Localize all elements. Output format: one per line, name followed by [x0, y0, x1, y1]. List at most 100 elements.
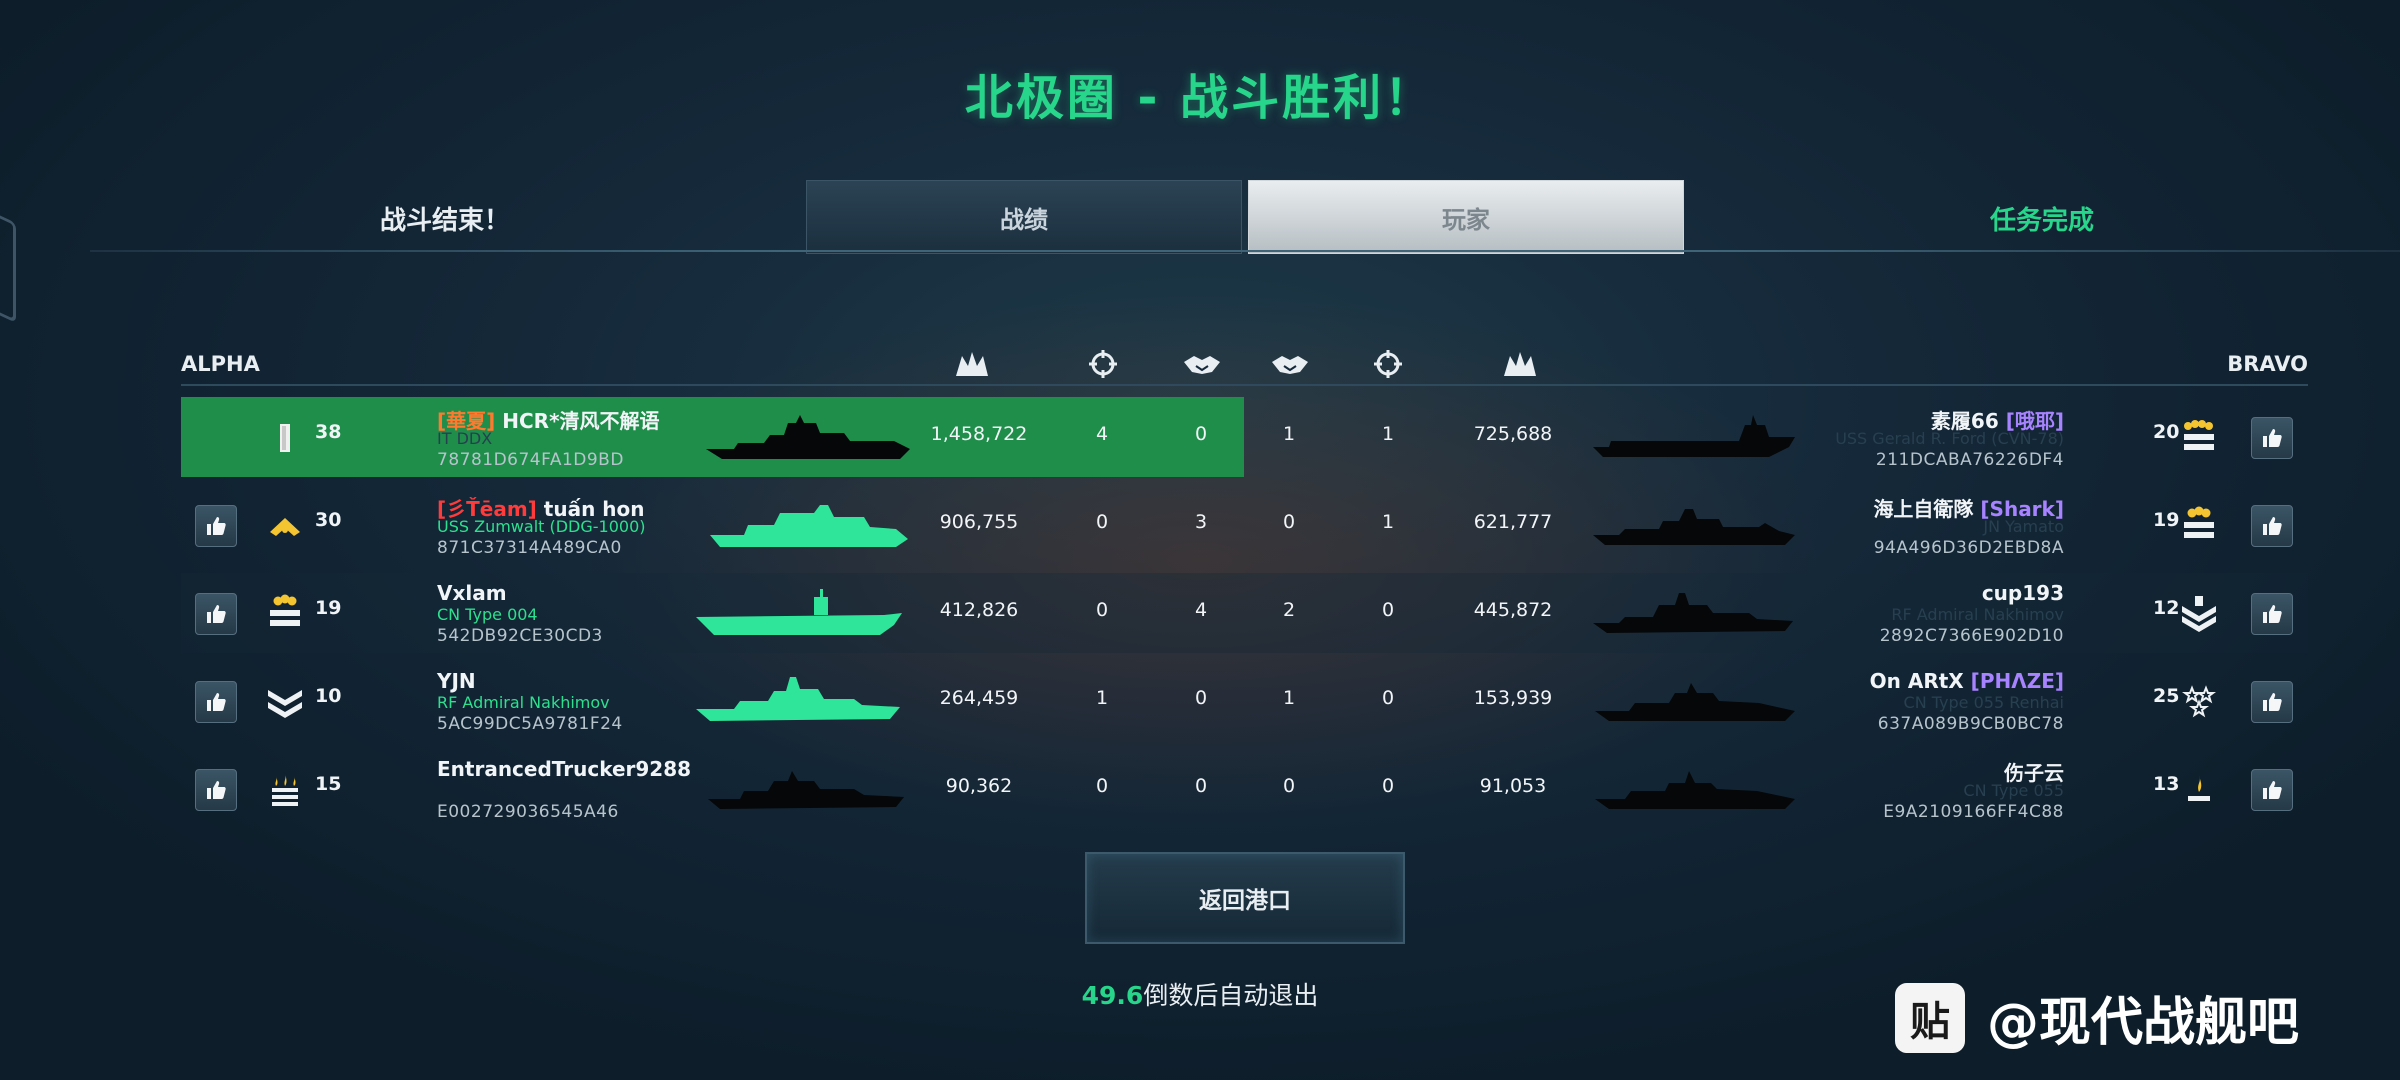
chevron-rank-icon [265, 505, 305, 547]
player-level: 20 [2153, 421, 2180, 443]
player-id: 5AC99DC5A9781F24 [437, 714, 623, 734]
player-id: 2892C7366E902D10 [1879, 626, 2064, 646]
player-info: 素履66 [哦耶] USS Gerald R. Ford (CVN-78) 21… [1821, 397, 2064, 477]
player-info: 海上自衛隊 [Shark] JN Yamato 94A496D36D2EBD8A [1821, 485, 2064, 565]
player-name-text: YJN [437, 669, 476, 693]
bravo-damage: 153,939 [1473, 687, 1553, 709]
player-row: 10 YJN RF Admiral Nakhimov 5AC99DC5A9781… [181, 661, 2308, 741]
like-button[interactable] [2251, 417, 2293, 459]
like-button[interactable] [2251, 505, 2293, 547]
thumbs-up-icon [207, 517, 226, 535]
stars-bars-rank-icon [2179, 505, 2219, 547]
player-name[interactable]: YJN [437, 669, 476, 693]
bar-rank-icon [265, 417, 305, 459]
crosshair-icon [1368, 348, 1408, 380]
player-info: On ARtX [PHΛZE] CN Type 055 Renhai 637A0… [1821, 661, 2064, 741]
like-button[interactable] [195, 593, 237, 635]
ship-silhouette [1589, 759, 1799, 819]
team-alpha-label: ALPHA [181, 352, 260, 376]
tab-stats[interactable]: 战绩 [806, 180, 1242, 254]
stars-rank-icon [2179, 681, 2219, 723]
player-id: 542DB92CE30CD3 [437, 626, 603, 646]
player-row: 15 EntrancedTrucker9288 E002729036545A46… [181, 749, 2308, 829]
thumbs-up-icon [207, 693, 226, 711]
player-level: 30 [315, 509, 342, 531]
ship-silhouette [704, 495, 914, 555]
tieba-logo-icon: 贴 [1895, 982, 1965, 1053]
ship-name: CN Type 055 [1963, 781, 2064, 800]
player-id: 637A089B9CB0BC78 [1877, 714, 2064, 734]
bravo-damage: 725,688 [1473, 423, 1553, 445]
thumbs-up-icon [2263, 781, 2282, 799]
like-button[interactable] [2251, 769, 2293, 811]
like-button[interactable] [2251, 681, 2293, 723]
ship-silhouette [704, 759, 914, 819]
clan-tag: [PHΛZE] [1970, 669, 2064, 693]
crosshair-icon [1083, 348, 1123, 380]
like-button[interactable] [195, 769, 237, 811]
bravo-kills: 0 [1381, 775, 1395, 797]
player-level: 19 [2153, 509, 2180, 531]
player-level: 13 [2153, 773, 2180, 795]
thumbs-up-icon [207, 605, 226, 623]
player-id: E002729036545A46 [437, 802, 619, 822]
player-name-text: cup193 [1981, 581, 2064, 605]
alpha-damage: 906,755 [939, 511, 1019, 533]
ship-silhouette [1589, 671, 1799, 731]
like-button[interactable] [2251, 593, 2293, 635]
game-results-screen: 北极圈 - 战斗胜利！ 战斗结束！ 战绩 玩家 任务完成 ALPHA BRAVO… [0, 0, 2400, 1080]
player-row: 30 [彡Ťēam] tuấn hon USS Zumwalt (DDG-100… [181, 485, 2308, 565]
player-row: 19 Vxlam CN Type 004 542DB92CE30CD3 412,… [181, 573, 2308, 653]
player-id: 871C37314A489CA0 [437, 538, 622, 558]
handshake-icon [1182, 348, 1222, 380]
alpha-damage: 90,362 [945, 775, 1013, 797]
player-name-text: Vxlam [437, 581, 507, 605]
divider [90, 250, 2400, 252]
watermark-text: @现代战舰吧 [1987, 993, 2300, 1053]
stars-bars-rank-icon [265, 593, 305, 635]
ship-silhouette [704, 407, 914, 467]
countdown-value: 49.6 [1081, 981, 1144, 1010]
ship-silhouette [1589, 583, 1799, 643]
thumbs-up-icon [2263, 605, 2282, 623]
player-id: 94A496D36D2EBD8A [1873, 538, 2064, 558]
like-button[interactable] [195, 505, 237, 547]
player-id: 211DCABA76226DF4 [1875, 450, 2064, 470]
player-id: E9A2109166FF4C88 [1883, 802, 2064, 822]
ship-name: JN Yamato [1983, 517, 2064, 536]
chevrons-rank-icon [2179, 593, 2219, 635]
thumbs-up-icon [2263, 517, 2282, 535]
player-name[interactable]: On ARtX [PHΛZE] [1870, 669, 2064, 693]
return-to-port-button[interactable]: 返回港口 [1085, 852, 1405, 944]
player-name[interactable]: EntrancedTrucker9288 [437, 757, 691, 781]
player-name-text: 海上自衛隊 [1873, 497, 1974, 521]
watermark: 贴 @现代战舰吧 [1895, 980, 2299, 1055]
bravo-kills: 1 [1381, 423, 1395, 445]
player-info: cup193 RF Admiral Nakhimov 2892C7366E902… [1821, 573, 2064, 653]
player-level: 25 [2153, 685, 2180, 707]
player-level: 15 [315, 773, 342, 795]
battle-over-label: 战斗结束！ [380, 206, 511, 236]
player-name[interactable]: cup193 [1982, 581, 2064, 605]
chevrons-rank-icon [265, 681, 305, 723]
ship-silhouette [1589, 495, 1799, 555]
team-bravo-label: BRAVO [2227, 352, 2308, 376]
ship-name: USS Zumwalt (DDG-1000) [437, 517, 646, 536]
player-level: 10 [315, 685, 342, 707]
player-name[interactable]: Vxlam [437, 581, 507, 605]
player-id: 78781D674FA1D9BD [437, 450, 624, 470]
tab-players[interactable]: 玩家 [1248, 180, 1684, 254]
like-button[interactable] [195, 681, 237, 723]
ship-name: CN Type 004 [437, 605, 538, 624]
player-name-text: EntrancedTrucker9288 [437, 757, 692, 781]
single-flame-rank-icon [2179, 769, 2219, 811]
side-menu-handle[interactable] [0, 207, 16, 323]
bravo-damage: 91,053 [1479, 775, 1547, 797]
player-level: 38 [315, 421, 342, 443]
countdown-text: 倒数后自动退出 [1143, 981, 1319, 1010]
flame-rank-icon [265, 769, 305, 811]
handshake-icon [1270, 348, 1310, 380]
bravo-kills: 0 [1381, 599, 1395, 621]
ship-name: RF Admiral Nakhimov [1891, 605, 2064, 624]
battle-title: 北极圈 - 战斗胜利！ [964, 70, 1436, 126]
